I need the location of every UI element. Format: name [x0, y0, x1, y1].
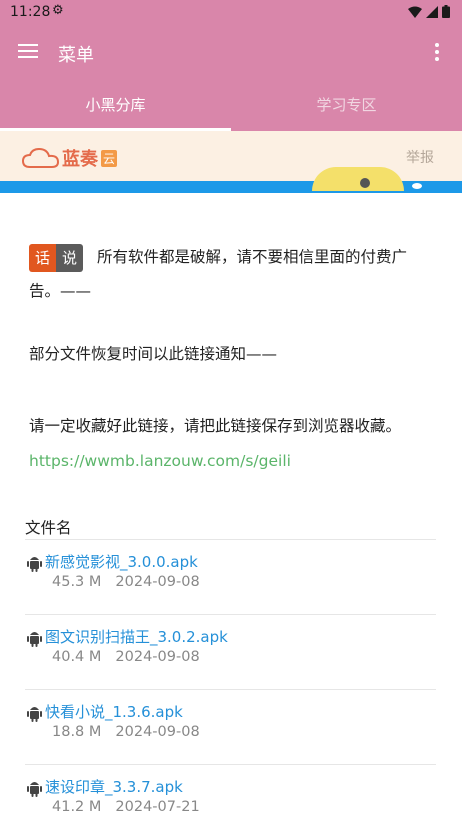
file-size: 40.4 M: [52, 649, 102, 665]
file-meta: 45.3 M 2024-09-08: [52, 574, 214, 590]
file-name-link[interactable]: 图文识别扫描王_3.0.2.apk: [45, 626, 228, 647]
file-meta: 41.2 M 2024-07-21: [52, 799, 214, 815]
report-link[interactable]: 举报: [406, 147, 434, 167]
status-icons: [408, 5, 450, 18]
badge-left: 话: [29, 243, 57, 272]
file-list-header: 文件名: [25, 519, 72, 537]
file-meta: 18.8 M 2024-09-08: [52, 724, 214, 740]
lanzou-logo: 蓝奏 云: [22, 145, 118, 171]
file-row[interactable]: 图文识别扫描王_3.0.2.apk 40.4 M 2024-09-08: [25, 614, 436, 689]
badge-right: 说: [56, 243, 84, 272]
battery-icon: [442, 5, 450, 18]
notice-text: 所有软件都是破解，请不要相信里面的付费广告。——: [29, 248, 408, 300]
notice-badge: 话说: [29, 243, 84, 272]
file-list: 新感觉影视_3.0.0.apk 45.3 M 2024-09-08 图文识别扫描王…: [25, 539, 436, 839]
notice-paragraph: 话说所有软件都是破解，请不要相信里面的付费广告。——: [29, 240, 434, 308]
lanzou-banner: 蓝奏 云 举报: [0, 131, 462, 193]
notice-line-bookmark: 请一定收藏好此链接，请把此链接保存到浏览器收藏。: [29, 417, 402, 435]
app-bar: 菜单: [0, 26, 462, 80]
more-options-icon[interactable]: [434, 41, 440, 64]
file-name-link[interactable]: 新感觉影视_3.0.0.apk: [45, 551, 198, 572]
notice-line-restore: 部分文件恢复时间以此链接通知——: [29, 345, 278, 363]
file-date: 2024-09-08: [115, 574, 200, 590]
menu-icon[interactable]: [18, 41, 38, 61]
android-icon: [27, 707, 42, 722]
file-date: 2024-09-08: [115, 724, 200, 740]
banner-decoration: [312, 167, 404, 191]
signal-icon: [426, 5, 438, 18]
file-date: 2024-07-21: [115, 799, 200, 815]
file-name-link[interactable]: 快看小说_1.3.6.apk: [45, 701, 183, 722]
status-time: 11:28: [10, 4, 51, 20]
file-row[interactable]: 新感觉影视_3.0.0.apk 45.3 M 2024-09-08: [25, 539, 436, 614]
android-icon: [27, 632, 42, 647]
wifi-icon: [408, 6, 422, 18]
tab-xiaohei-library[interactable]: 小黑分库: [0, 80, 231, 131]
tab-study-zone[interactable]: 学习专区: [231, 80, 462, 131]
android-icon: [27, 557, 42, 572]
brand-badge: 云: [101, 149, 118, 167]
banner-decoration-dot: [360, 178, 370, 188]
share-link[interactable]: https://wwmb.lanzouw.com/s/geili: [29, 452, 291, 470]
page-title: 菜单: [58, 45, 94, 66]
file-row[interactable]: 速设印章_3.3.7.apk 41.2 M 2024-07-21: [25, 764, 436, 839]
tab-bar: 小黑分库 学习专区: [0, 80, 462, 131]
brand-name: 蓝奏: [62, 149, 98, 170]
file-size: 45.3 M: [52, 574, 102, 590]
status-bar: 11:28 ⚙: [0, 0, 462, 26]
file-size: 18.8 M: [52, 724, 102, 740]
file-size: 41.2 M: [52, 799, 102, 815]
file-row[interactable]: 快看小说_1.3.6.apk 18.8 M 2024-09-08: [25, 689, 436, 764]
file-name-link[interactable]: 速设印章_3.3.7.apk: [45, 776, 183, 797]
file-meta: 40.4 M 2024-09-08: [52, 649, 214, 665]
cloud-icon: [22, 147, 60, 168]
android-icon: [27, 782, 42, 797]
settings-gear-icon: ⚙: [52, 3, 64, 18]
file-date: 2024-09-08: [115, 649, 200, 665]
banner-decoration-dot: [412, 183, 422, 189]
